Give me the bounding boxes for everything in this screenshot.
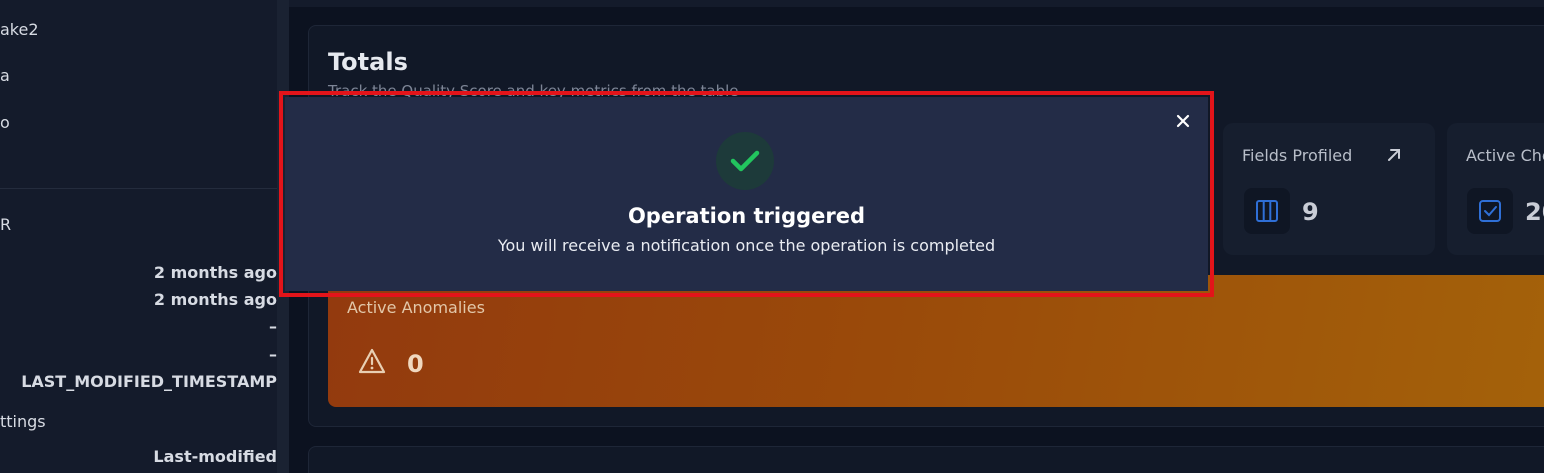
close-icon[interactable]: [1172, 110, 1194, 132]
sidebar-item[interactable]: ake2: [0, 20, 39, 39]
checkbox-icon: [1467, 188, 1513, 234]
sidebar-item[interactable]: a: [0, 66, 10, 85]
detail-value: 2 months ago: [153, 290, 277, 309]
warning-icon: [358, 348, 386, 378]
sidebar-item[interactable]: o: [0, 113, 10, 132]
sidebar-divider: [0, 188, 277, 189]
top-bar: [289, 0, 1544, 7]
active-checks-value: 20: [1525, 198, 1544, 226]
active-checks-label: Active Che: [1466, 146, 1544, 165]
totals-title: Totals: [328, 48, 408, 76]
check-icon: [716, 132, 774, 190]
modal-message: You will receive a notification once the…: [497, 236, 996, 255]
secondary-card: [308, 446, 1544, 473]
fields-profiled-label: Fields Profiled: [1242, 146, 1353, 165]
detail-value: –: [269, 345, 277, 364]
operation-modal: [285, 97, 1208, 291]
settings-label: ttings: [0, 412, 46, 431]
fields-profiled-value: 9: [1302, 198, 1319, 226]
arrow-up-right-icon[interactable]: [1385, 146, 1403, 168]
active-anomalies-label: Active Anomalies: [347, 298, 485, 317]
detail-value: LAST_MODIFIED_TIMESTAMP: [21, 372, 277, 391]
detail-value: 2 months ago: [153, 263, 277, 282]
modal-title: Operation triggered: [627, 204, 866, 228]
columns-icon: [1244, 188, 1290, 234]
active-anomalies-value: 0: [407, 350, 424, 378]
settings-value: Last-modified: [153, 447, 277, 466]
sidebar-section-label: R: [0, 215, 12, 234]
sidebar: ake2 a o R 2 months ago 2 months ago – –…: [0, 0, 277, 473]
detail-value: –: [269, 317, 277, 336]
